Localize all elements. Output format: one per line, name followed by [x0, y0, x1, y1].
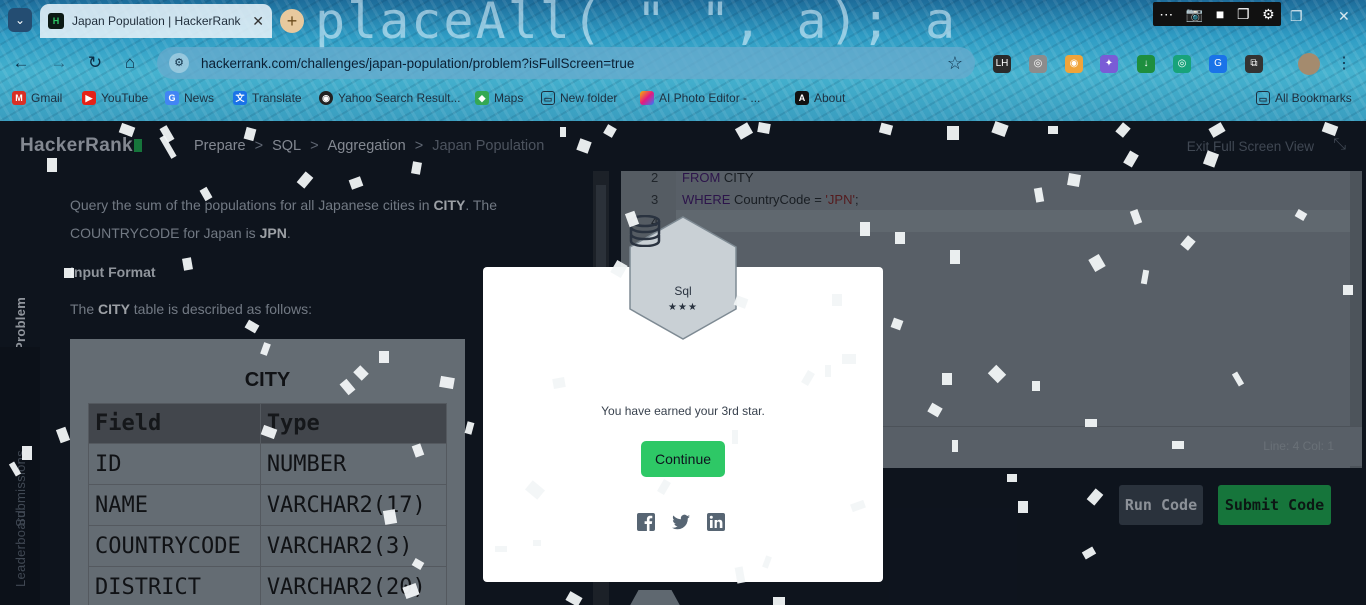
extension-green-icon[interactable]: ◎: [1173, 55, 1191, 73]
confetti-piece: [942, 373, 952, 385]
confetti-piece: [1343, 285, 1353, 295]
extension-purple-icon[interactable]: ✦: [1100, 55, 1118, 73]
facebook-icon[interactable]: [636, 512, 656, 532]
hackerrank-favicon-icon: H: [48, 13, 64, 29]
confetti-piece: [732, 430, 738, 444]
camera-icon[interactable]: 📷: [1186, 6, 1203, 23]
extension-download-icon[interactable]: ↓: [1137, 55, 1155, 73]
star-message: You have earned your 3rd star.: [601, 404, 765, 418]
close-window-icon[interactable]: ✕: [1338, 8, 1350, 25]
confetti-piece: [22, 446, 32, 460]
confetti-piece: [825, 365, 831, 377]
confetti-piece: [47, 158, 57, 172]
forward-icon[interactable]: →: [46, 50, 72, 76]
confetti-piece: [533, 540, 541, 546]
confetti-piece: [1007, 474, 1017, 482]
profile-avatar[interactable]: [1298, 53, 1320, 75]
screen: placeAll( " ", a); a ⌄ H Japan Populatio…: [0, 0, 1366, 605]
home-icon[interactable]: ⌂: [117, 50, 143, 76]
confetti-piece: [1032, 381, 1040, 391]
confetti-piece: [1048, 126, 1058, 134]
extension-record-icon[interactable]: ◎: [1029, 55, 1047, 73]
new-tab-button[interactable]: +: [280, 9, 304, 33]
bookmark-about[interactable]: A About: [795, 91, 845, 105]
bookmark-ai-photo-editor[interactable]: AI Photo Editor - ...: [640, 91, 760, 105]
theme-background-art: placeAll( " ", a); a: [315, 0, 958, 50]
bookmark-news[interactable]: G News: [165, 91, 214, 105]
bookmark-translate[interactable]: 文 Translate: [233, 91, 302, 105]
site-info-icon[interactable]: ⚙: [169, 53, 189, 73]
bookmark-new-folder[interactable]: ▭ New folder: [541, 91, 617, 105]
window-icon[interactable]: ❐: [1237, 6, 1250, 23]
confetti-piece: [947, 126, 959, 140]
confetti-piece: [439, 375, 455, 390]
globe-icon: ◉: [319, 91, 333, 105]
confetti-piece: [773, 597, 785, 605]
bookmark-yahoo[interactable]: ◉ Yahoo Search Result...: [319, 91, 461, 105]
confetti-piece: [952, 440, 958, 452]
confetti-piece: [382, 509, 398, 525]
extension-lh-icon[interactable]: LH: [993, 55, 1011, 73]
news-icon: G: [165, 91, 179, 105]
video-icon[interactable]: ■: [1216, 6, 1224, 22]
address-bar[interactable]: ⚙ hackerrank.com/challenges/japan-popula…: [157, 47, 975, 79]
confetti-piece: [182, 257, 193, 271]
confetti-piece: [552, 377, 566, 389]
bookmark-maps[interactable]: ◆ Maps: [475, 91, 523, 105]
confetti-piece: [495, 546, 507, 552]
ai-photo-icon: [640, 91, 654, 105]
confetti-piece: [832, 294, 842, 306]
badge-label: Sql: [674, 284, 692, 298]
tab-search-button[interactable]: ⌄: [8, 8, 32, 32]
about-a-icon: A: [795, 91, 809, 105]
extension-orange-icon[interactable]: ◉: [1065, 55, 1083, 73]
browser-chrome: placeAll( " ", a); a ⌄ H Japan Populatio…: [0, 0, 1366, 121]
settings-gear-icon[interactable]: ⚙: [1262, 6, 1275, 23]
confetti-piece: [842, 354, 856, 364]
tab-title: Japan Population | HackerRank: [72, 14, 241, 28]
restore-window-icon[interactable]: ❐: [1290, 8, 1303, 25]
browser-menu-icon[interactable]: ⋮: [1335, 55, 1353, 73]
confetti-piece: [1018, 501, 1028, 513]
more-icon[interactable]: ⋯: [1159, 6, 1173, 23]
browser-tab[interactable]: H Japan Population | HackerRank ✕: [40, 4, 272, 38]
extensions-puzzle-icon[interactable]: ⧉: [1245, 55, 1263, 73]
folder-icon: ▭: [541, 91, 555, 105]
bookmark-youtube[interactable]: ▶ YouTube: [82, 91, 148, 105]
continue-button[interactable]: Continue: [641, 441, 725, 477]
confetti-piece: [860, 222, 870, 236]
confetti-piece: [64, 268, 74, 278]
translate-icon: 文: [233, 91, 247, 105]
confetti-piece: [1172, 441, 1184, 449]
url-text[interactable]: hackerrank.com/challenges/japan-populati…: [201, 56, 935, 71]
close-tab-icon[interactable]: ✕: [252, 13, 264, 30]
bookmark-star-icon[interactable]: ☆: [947, 53, 963, 74]
sql-badge: Sql ★★★: [628, 215, 738, 341]
confetti-piece: [379, 351, 389, 363]
reload-icon[interactable]: ↻: [82, 50, 108, 76]
confetti-piece: [895, 232, 905, 244]
capture-toolbar: ⋯ 📷 ■ ❐ ⚙: [1153, 2, 1281, 26]
youtube-icon: ▶: [82, 91, 96, 105]
extension-grammarly-icon[interactable]: G: [1209, 55, 1227, 73]
all-bookmarks[interactable]: ▭ All Bookmarks: [1256, 91, 1352, 105]
twitter-icon[interactable]: [671, 512, 691, 532]
linkedin-icon[interactable]: [706, 512, 726, 532]
bookmark-gmail[interactable]: M Gmail: [12, 91, 62, 105]
badge-stars: ★★★: [668, 302, 698, 313]
confetti-piece: [1067, 173, 1081, 187]
back-icon[interactable]: ←: [8, 50, 34, 76]
confetti-piece: [757, 122, 771, 134]
confetti-piece: [1085, 419, 1097, 427]
confetti-piece: [560, 127, 566, 137]
gmail-icon: M: [12, 91, 26, 105]
maps-icon: ◆: [475, 91, 489, 105]
confetti-piece: [950, 250, 960, 264]
folder-icon: ▭: [1256, 91, 1270, 105]
